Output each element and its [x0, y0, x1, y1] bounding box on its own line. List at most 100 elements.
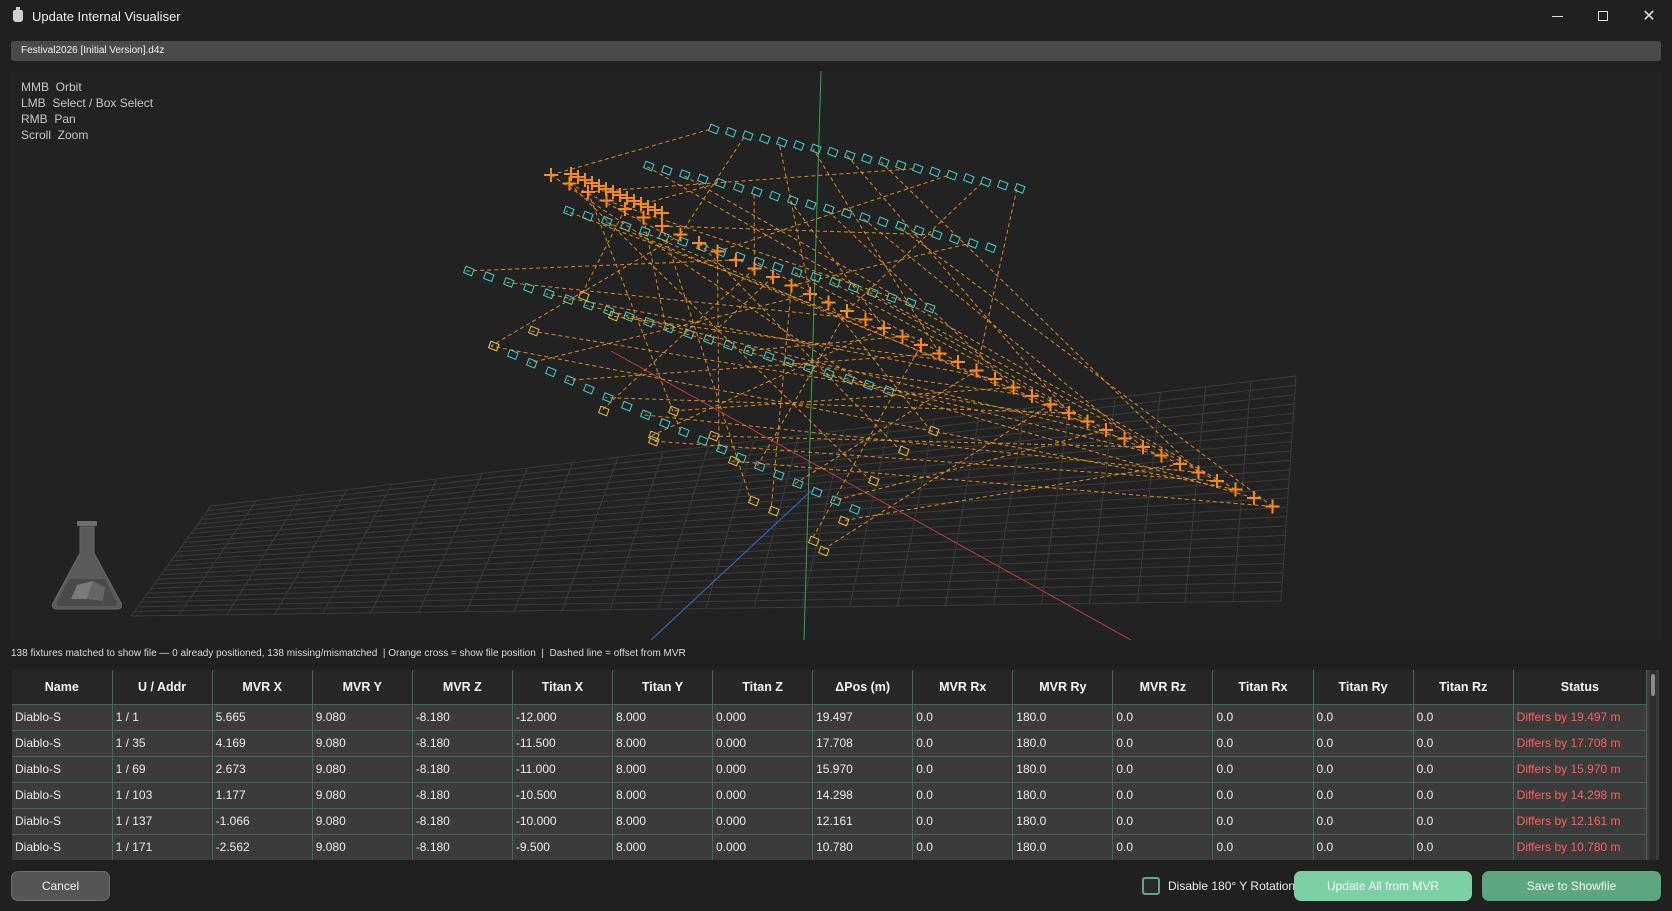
cancel-button[interactable]: Cancel — [11, 871, 110, 901]
fixture-box — [877, 156, 890, 168]
grid-line — [1088, 397, 1116, 604]
column-header[interactable]: MVR Z — [412, 670, 513, 705]
table-cell: 0.0 — [1313, 782, 1414, 809]
table-cell: 0.000 — [712, 704, 814, 731]
close-button[interactable]: ✕ — [1626, 0, 1672, 32]
maximize-button[interactable] — [1580, 0, 1626, 32]
fixture-box — [945, 169, 958, 181]
column-header[interactable]: Status — [1513, 670, 1648, 705]
fixture-box — [979, 176, 992, 188]
table-cell: 0.000 — [712, 782, 814, 809]
table-cell: 0.0 — [912, 730, 1014, 757]
table-scrollbar[interactable] — [1650, 670, 1656, 860]
fixture-box — [768, 190, 781, 202]
table-cell: -11.000 — [512, 756, 613, 783]
scene-canvas[interactable] — [11, 71, 1661, 640]
fixture-box — [678, 169, 691, 181]
column-header[interactable]: Titan Y — [612, 670, 714, 705]
column-header[interactable]: MVR X — [212, 670, 313, 705]
column-header[interactable]: MVR Rx — [912, 670, 1014, 705]
column-header[interactable]: MVR Rz — [1112, 670, 1214, 705]
show-file-cross — [840, 304, 854, 318]
offset-dashed-line — [550, 128, 712, 176]
update-all-button[interactable]: Update All from MVR — [1294, 871, 1472, 901]
column-header[interactable]: U / Addr — [112, 670, 213, 705]
column-header[interactable]: Titan Ry — [1313, 670, 1414, 705]
minimize-icon — [1551, 15, 1563, 17]
status-cell: Differs by 10.780 m — [1513, 834, 1648, 860]
fixture-box — [734, 452, 747, 464]
table-row[interactable]: Diablo-S 1 / 35 4.169 9.080 -8.180 -11.500 8.0… — [12, 730, 1648, 757]
fixture-table-grid: Name U / Addr MVR X MVR Y MVR Z Titan X Titan … — [12, 670, 1648, 860]
table-cell: 0.0 — [1313, 704, 1414, 731]
table-row[interactable]: Diablo-S 1 / 171 -2.562 9.080 -8.180 -9.500 8.… — [12, 834, 1648, 860]
table-cell: 0.000 — [712, 756, 814, 783]
save-to-showfile-button[interactable]: Save to Showfile — [1482, 871, 1661, 901]
help-line: Scroll Zoom — [21, 128, 89, 142]
offset-dashed-line — [770, 285, 792, 512]
table-cell: 2.673 — [212, 756, 313, 783]
minimize-button[interactable] — [1534, 0, 1580, 32]
window-controls: ✕ — [1534, 0, 1672, 32]
table-cell: 0.000 — [712, 808, 814, 835]
column-header[interactable]: MVR Ry — [1012, 670, 1114, 705]
table-cell: Diablo-S — [12, 704, 113, 731]
show-file-cross — [766, 270, 780, 284]
grid-line — [849, 424, 890, 607]
table-cell: -11.500 — [512, 730, 613, 757]
table-row[interactable]: Diablo-S 1 / 137 -1.066 9.080 -8.180 -10.000 8… — [12, 808, 1648, 835]
table-cell: 180.0 — [1012, 756, 1114, 783]
fixture-box — [792, 140, 805, 151]
table-cell: 8.000 — [612, 782, 714, 809]
show-file-cross — [729, 253, 743, 267]
table-cell: 0.0 — [1413, 782, 1514, 809]
table-cell: 0.0 — [1413, 704, 1514, 731]
table-cell: 1.177 — [212, 782, 313, 809]
offset-dashed-line — [606, 200, 909, 304]
show-file-cross — [578, 173, 592, 187]
fixture-box — [843, 149, 856, 161]
column-header[interactable]: Titan X — [512, 670, 613, 705]
offset-dashed-line — [840, 463, 1181, 522]
column-header[interactable]: MVR Y — [312, 670, 413, 705]
show-file-cross — [821, 295, 836, 310]
help-line: MMB Orbit — [21, 80, 82, 94]
table-row[interactable]: Diablo-S 1 / 69 2.673 9.080 -8.180 -11.000 8.0… — [12, 756, 1648, 783]
offset-dashed-line — [778, 142, 811, 295]
column-header[interactable]: ΔPos (m) — [812, 670, 914, 705]
column-header[interactable]: Titan Rx — [1212, 670, 1314, 705]
fixture-box — [750, 186, 763, 198]
disable-rotation-checkbox[interactable]: Disable 180° Y Rotation — [1142, 877, 1295, 895]
fixture-box — [822, 368, 835, 380]
column-header[interactable]: Titan Z — [712, 670, 814, 705]
show-file-cross — [1043, 397, 1058, 412]
table-cell: 9.080 — [312, 782, 413, 809]
table-cell: 0.0 — [1313, 730, 1414, 757]
fixture-box — [642, 160, 655, 172]
show-file-cross — [562, 176, 577, 191]
scrollbar-thumb[interactable] — [1651, 674, 1655, 696]
show-file-cross — [784, 278, 799, 293]
fixture-box — [707, 123, 720, 135]
column-header[interactable]: Titan Rz — [1413, 670, 1514, 705]
table-cell: -10.500 — [512, 782, 613, 809]
show-file-cross — [692, 236, 706, 250]
offset-dashed-line — [587, 191, 682, 433]
table-cell: Diablo-S — [12, 808, 113, 835]
footer-bar: Cancel Disable 180° Y Rotation Update Al… — [0, 862, 1672, 911]
status-cell: Differs by 14.298 m — [1513, 782, 1648, 809]
z-axis — [650, 490, 812, 640]
grid-line — [144, 563, 1284, 599]
checkbox-box[interactable] — [1142, 877, 1160, 895]
fixture-box — [790, 266, 803, 278]
grid-line — [164, 506, 1288, 571]
table-row[interactable]: Diablo-S 1 / 103 1.177 9.080 -8.180 -10.500 8.… — [12, 782, 1648, 809]
column-header[interactable]: Name — [12, 670, 113, 705]
3d-viewport[interactable]: MMB Orbit LMB Select / Box Select RMB Pa… — [11, 71, 1661, 640]
table-row[interactable]: Diablo-S 1 / 1 5.665 9.080 -8.180 -12.000 8.00… — [12, 704, 1648, 731]
table-cell: 0.0 — [912, 704, 1014, 731]
fixture-box — [506, 349, 519, 361]
fixture-box — [771, 261, 784, 273]
maximize-icon — [1598, 11, 1608, 21]
offset-dashed-line — [825, 208, 1014, 388]
